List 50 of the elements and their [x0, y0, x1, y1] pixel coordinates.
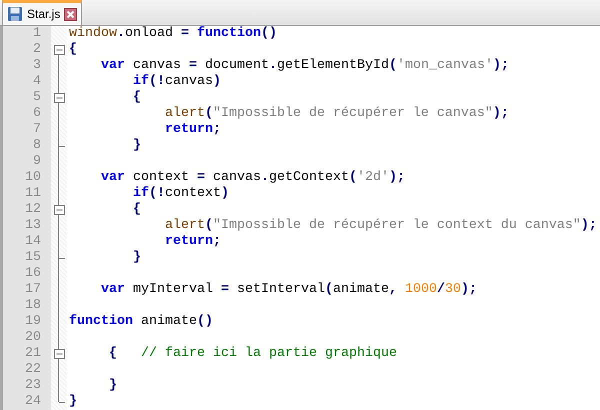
code-line: if(!canvas) — [132, 74, 222, 90]
file-tab[interactable]: Star.js — [2, 0, 82, 25]
code-line: return; — [164, 234, 222, 250]
code-line: } — [69, 394, 78, 410]
code-line: if(!context) — [132, 186, 230, 202]
code-line: } — [132, 250, 142, 266]
line-number: 21 — [24, 346, 42, 362]
line-number: 6 — [32, 106, 42, 122]
line-number: 23 — [24, 378, 42, 394]
code-line: var canvas = document.getElementById('mon_canvas'); — [100, 58, 510, 74]
code-line: var myInterval = setInterval(animate, 1000/30); — [100, 282, 478, 298]
fold-minus-icon[interactable] — [54, 93, 64, 103]
line-number: 10 — [24, 170, 42, 186]
code-line: { — [132, 202, 142, 218]
tab-label: Star.js — [27, 7, 60, 21]
line-number: 7 — [32, 122, 42, 138]
code-line: { — [69, 42, 78, 58]
line-number: 2 — [32, 42, 42, 58]
line-number: 9 — [32, 154, 42, 170]
close-icon[interactable] — [64, 8, 78, 20]
line-number: 5 — [32, 90, 42, 106]
fold-minus-icon[interactable] — [54, 205, 64, 215]
line-number: 8 — [32, 138, 42, 154]
fold-minus-icon[interactable] — [54, 349, 64, 359]
code-line: window.onload = function() — [69, 26, 278, 42]
line-number: 20 — [24, 330, 42, 346]
fold-minus-icon[interactable] — [54, 45, 64, 55]
code-line: alert("Impossible de récupérer le canvas"); — [164, 106, 510, 122]
line-number: 17 — [24, 282, 42, 298]
code-line: var context = canvas.getContext('2d'); — [100, 170, 406, 186]
code-line: { — [132, 90, 142, 106]
code-line: } — [132, 138, 142, 154]
line-number: 3 — [32, 58, 42, 74]
line-number: 18 — [24, 298, 42, 314]
line-number: 4 — [32, 74, 42, 90]
line-number: 22 — [24, 362, 42, 378]
code-line: alert("Impossible de récupérer le context du canvas"); — [164, 218, 598, 234]
line-number: 12 — [24, 202, 42, 218]
code-line: { // faire ici la partie graphique — [108, 346, 398, 362]
line-number: 14 — [24, 234, 42, 250]
line-number: 15 — [24, 250, 42, 266]
code-line: return; — [164, 122, 222, 138]
code-line: } — [108, 378, 118, 394]
line-number: 13 — [24, 218, 42, 234]
line-number: 19 — [24, 314, 42, 330]
code-line: function animate() — [69, 314, 214, 330]
line-number: 1 — [32, 26, 42, 42]
line-number: 24 — [24, 394, 42, 410]
line-number: 16 — [24, 266, 42, 282]
line-number: 11 — [24, 186, 42, 202]
